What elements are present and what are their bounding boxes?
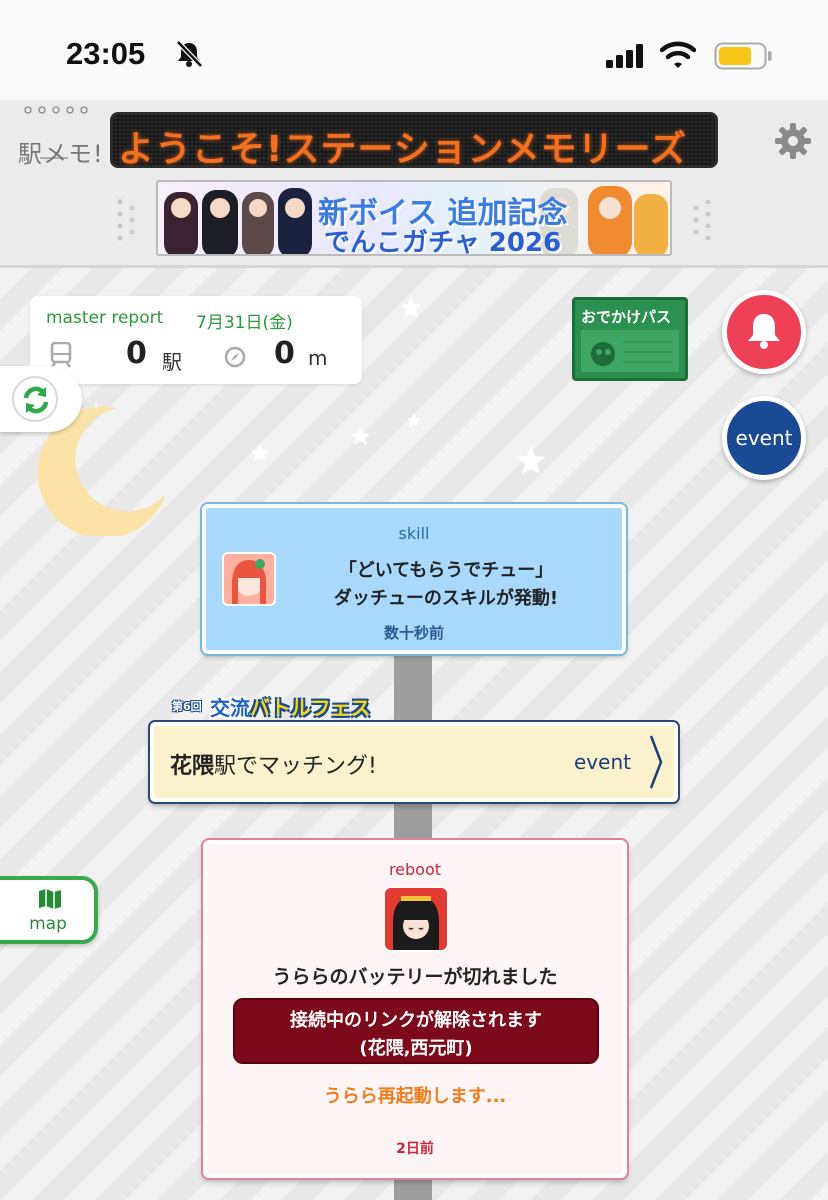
report-title: master report bbox=[46, 308, 164, 328]
match-station: 花隈 bbox=[170, 754, 215, 779]
match-text: 駅でマッチング! bbox=[214, 754, 377, 779]
skill-line-1: 「どいてもらうでチュー」 bbox=[338, 560, 554, 581]
train-icon bbox=[50, 342, 72, 368]
reboot-label: reboot bbox=[388, 860, 442, 879]
reboot-message: うららのバッテリーが切れました bbox=[272, 966, 558, 988]
link-release-box: 接続中のリンクが解除されます (花隈,西元町) bbox=[233, 998, 599, 1064]
distance-value: 0 bbox=[274, 336, 295, 371]
match-event-link[interactable]: event bbox=[574, 750, 631, 774]
chevron-right-icon bbox=[649, 735, 663, 789]
refresh-button[interactable] bbox=[0, 366, 82, 432]
reboot-notification-card[interactable]: reboot うららのバッテリーが切れました 接続中のリンクが解除されます (花… bbox=[203, 840, 627, 1178]
fest-title: 交流バトルフェス bbox=[210, 692, 371, 721]
refresh-icon bbox=[23, 386, 49, 414]
battery-icon bbox=[714, 42, 772, 70]
battle-fest-logo: 第6回 交流バトルフェス bbox=[166, 690, 372, 720]
fest-title-part2: バトルフェス bbox=[250, 696, 371, 720]
status-time: 23:05 bbox=[66, 36, 146, 71]
notification-bell-button[interactable] bbox=[722, 290, 806, 374]
gacha-banner[interactable]: 新ボイス 追加記念 でんこガチャ 2026 bbox=[156, 180, 672, 256]
bell-icon bbox=[748, 314, 780, 349]
match-message: 花隈駅でマッチング! bbox=[170, 748, 377, 780]
skill-label: skill bbox=[398, 524, 430, 543]
wifi-icon bbox=[660, 41, 696, 68]
fest-title-part1: 交流 bbox=[210, 696, 250, 720]
speaker-left-icon bbox=[117, 199, 135, 241]
map-label: map bbox=[29, 914, 67, 934]
distance-unit: m bbox=[308, 346, 328, 370]
map-button[interactable]: map bbox=[0, 876, 98, 944]
reboot-timestamp: 2日前 bbox=[396, 1141, 434, 1157]
speaker-right-icon bbox=[693, 199, 711, 241]
skill-timestamp: 数十秒前 bbox=[383, 624, 444, 642]
skill-line-2: ダッチューのスキルが発動! bbox=[333, 588, 559, 609]
skill-notification-card[interactable]: skill 「どいてもらうでチュー」 ダッチューのスキルが発動! 数十秒前 bbox=[202, 504, 626, 654]
character-avatar bbox=[383, 886, 449, 952]
banner-subtitle: でんこガチャ 2026 bbox=[324, 228, 562, 256]
map-icon bbox=[39, 889, 61, 909]
event-button[interactable]: event bbox=[722, 396, 806, 480]
fest-edition: 第6回 bbox=[172, 700, 202, 713]
link-release-line-1: 接続中のリンクが解除されます bbox=[290, 1010, 542, 1031]
character-portrait-icon bbox=[224, 554, 274, 604]
cellular-signal-icon bbox=[606, 44, 643, 68]
outing-pass-card[interactable]: おでかけパス bbox=[572, 297, 688, 381]
character-avatar bbox=[222, 552, 276, 606]
compass-icon bbox=[224, 346, 246, 368]
bell-muted-icon bbox=[176, 40, 203, 68]
character-portrait-icon bbox=[385, 888, 447, 950]
link-release-line-2: (花隈,西元町) bbox=[359, 1038, 473, 1059]
app-logo-text: 駅メモ! bbox=[18, 140, 104, 168]
pass-mascot-icon bbox=[591, 341, 673, 366]
pass-title: おでかけパス bbox=[581, 308, 672, 326]
status-bar: 23:05 bbox=[0, 0, 828, 100]
reboot-status: うらら再起動します... bbox=[323, 1086, 507, 1107]
ticker-text: ようこそ!ステーションメモリーズ bbox=[118, 129, 687, 168]
report-date: 7月31日(金) bbox=[196, 313, 293, 333]
event-match-card[interactable]: 花隈駅でマッチング! event bbox=[150, 722, 678, 802]
master-report-panel[interactable]: master report 7月31日(金) 0 駅 0 m bbox=[30, 296, 362, 384]
led-ticker: ようこそ!ステーションメモリーズ bbox=[110, 112, 718, 168]
stations-unit: 駅 bbox=[162, 350, 182, 374]
stations-count: 0 bbox=[126, 336, 147, 371]
settings-gear-icon[interactable] bbox=[774, 122, 812, 160]
